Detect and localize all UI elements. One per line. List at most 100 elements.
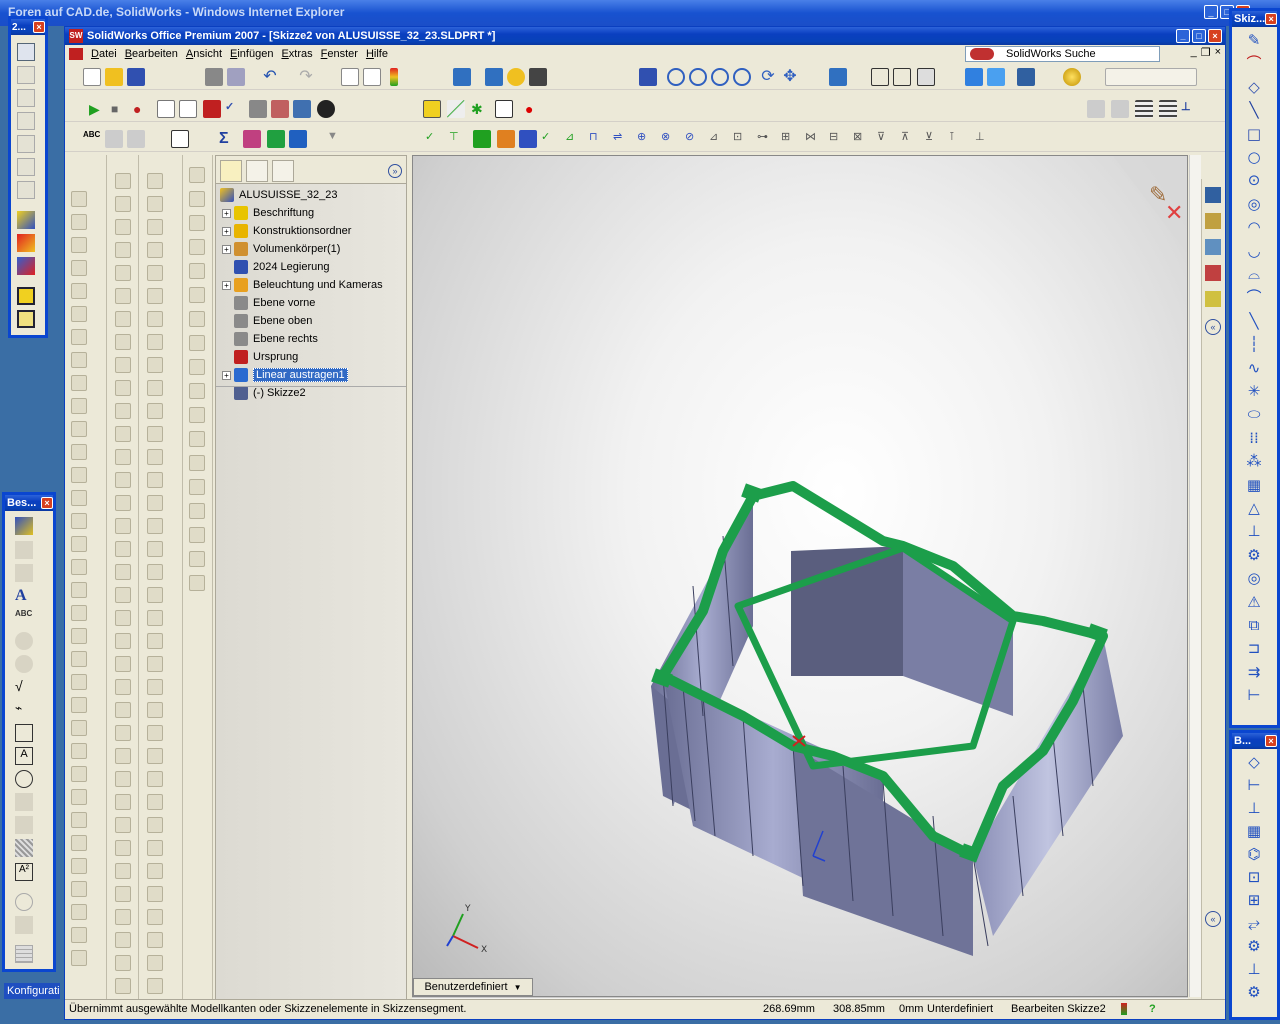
feature-tool-icon[interactable] <box>115 978 131 994</box>
block-icon[interactable]: A² <box>15 863 33 881</box>
feature-tool-icon[interactable] <box>71 582 87 598</box>
dimension-tool-icon[interactable]: ⌬ <box>1244 845 1264 863</box>
dimension-tool-icon[interactable]: ⊢ <box>1244 776 1264 794</box>
layer-a-icon[interactable] <box>1087 100 1105 118</box>
feature-tool-icon[interactable] <box>115 817 131 833</box>
feature-tool-icon[interactable] <box>147 380 163 396</box>
sketch-tool-icon[interactable]: ◡ <box>1244 242 1264 260</box>
menu-ansicht[interactable]: Ansicht <box>182 48 226 60</box>
wireframe-icon[interactable] <box>871 68 889 86</box>
feature-tool-icon[interactable] <box>115 518 131 534</box>
save-icon[interactable] <box>127 68 145 86</box>
configuration-tab[interactable]: Konfiguratio <box>4 983 60 999</box>
cancel-sketch-icon[interactable]: ✕ <box>1165 201 1183 226</box>
sketch-tool-icon[interactable]: ⁞⁞ <box>1244 429 1264 447</box>
close-red-icon[interactable] <box>203 100 221 118</box>
feature-tool-icon[interactable] <box>147 426 163 442</box>
tree-item[interactable]: Ebene oben <box>222 312 312 330</box>
feature-tool-icon[interactable] <box>189 359 205 375</box>
dimension-tool-icon[interactable]: ⥂ <box>1244 914 1264 932</box>
feature-tool-icon[interactable] <box>115 932 131 948</box>
feature-tool-icon[interactable] <box>71 904 87 920</box>
design-library-icon[interactable] <box>1205 213 1221 229</box>
collapse-pane-bottom-icon[interactable]: « <box>1205 911 1221 927</box>
feature-tool-icon[interactable] <box>115 357 131 373</box>
center-mark-icon[interactable] <box>15 893 33 911</box>
sketch-tool-icon[interactable]: ╲ <box>1244 312 1264 330</box>
sketch-tool-icon[interactable]: ⊐ <box>1244 639 1264 657</box>
shaded-edges-icon[interactable] <box>965 68 983 86</box>
file-explorer-icon[interactable] <box>1205 239 1221 255</box>
macro-tool-c-icon[interactable] <box>293 100 311 118</box>
collapse-pane-icon[interactable]: « <box>1205 319 1221 335</box>
feature-tool-icon[interactable] <box>189 551 205 567</box>
feature-tool-icon[interactable] <box>71 651 87 667</box>
feature-tool-icon[interactable] <box>147 610 163 626</box>
left-bottom-palette-close-button[interactable]: × <box>41 497 53 509</box>
sketch-tool-1-icon[interactable] <box>243 130 261 148</box>
measure-icon[interactable] <box>105 130 123 148</box>
feature-tool-icon[interactable] <box>189 311 205 327</box>
feature-tool-icon[interactable] <box>115 173 131 189</box>
sweep-icon[interactable] <box>17 89 35 107</box>
tree-item[interactable]: + Volumenkörper(1) <box>222 240 340 258</box>
feature-tool-icon[interactable] <box>115 242 131 258</box>
record-dot-icon[interactable]: ● <box>525 100 543 118</box>
feature-tool-icon[interactable] <box>115 288 131 304</box>
feature-tool-icon[interactable] <box>115 725 131 741</box>
feature-tool-icon[interactable] <box>115 334 131 350</box>
feature-tool-icon[interactable] <box>147 518 163 534</box>
new-file-icon[interactable] <box>83 68 101 86</box>
sketch-relation-13-icon[interactable]: ⊿ <box>709 130 727 148</box>
sketch-tool-icon[interactable]: ◎ <box>1244 195 1264 213</box>
sketch-relation-23-icon[interactable]: ⊺ <box>949 130 967 148</box>
feature-tool-icon[interactable] <box>147 725 163 741</box>
sketch-icon[interactable] <box>495 100 513 118</box>
feature-tool-icon[interactable] <box>115 863 131 879</box>
feature-tool-icon[interactable] <box>147 196 163 212</box>
sum-icon[interactable]: Σ <box>219 130 237 148</box>
sketch-tool-icon[interactable]: ⚙ <box>1244 546 1264 564</box>
cut-icon[interactable] <box>17 135 35 153</box>
menu-bearbeiten[interactable]: Bearbeiten <box>121 48 182 60</box>
zoom-in-out-icon[interactable] <box>711 68 729 86</box>
feature-tool-icon[interactable] <box>71 697 87 713</box>
feature-tool-icon[interactable] <box>71 467 87 483</box>
sketch-palette-close-button[interactable]: × <box>1265 13 1277 25</box>
ordinate-icon[interactable]: ⊥ <box>1181 100 1199 118</box>
auto-balloon-icon[interactable] <box>15 655 33 673</box>
home-icon[interactable] <box>1205 187 1221 203</box>
sketch-tool-icon[interactable]: ✎ <box>1244 31 1264 49</box>
dimension-tool-icon[interactable]: ◇ <box>1244 753 1264 771</box>
sw-maximize-button[interactable]: □ <box>1192 29 1206 43</box>
feature-tool-icon[interactable] <box>147 932 163 948</box>
weld-symbol-icon[interactable]: ⌁ <box>15 701 33 719</box>
tree-item[interactable]: Ebene rechts <box>222 330 318 348</box>
edit-macro-icon[interactable] <box>179 100 197 118</box>
feature-tool-icon[interactable] <box>71 927 87 943</box>
feature-tool-icon[interactable] <box>71 720 87 736</box>
feature-tool-icon[interactable] <box>71 559 87 575</box>
feature-tool-icon[interactable] <box>189 575 205 591</box>
feature-tool-icon[interactable] <box>147 679 163 695</box>
feature-tool-icon[interactable] <box>115 426 131 442</box>
sketch-relation-16-icon[interactable]: ⊞ <box>781 130 799 148</box>
sketch-tool-icon[interactable]: ╲ <box>1244 101 1264 119</box>
feature-tool-icon[interactable] <box>115 610 131 626</box>
feature-tool-icon[interactable] <box>71 858 87 874</box>
left-top-palette-close-button[interactable]: × <box>33 21 45 33</box>
sketch-relation-22-icon[interactable]: ⊻ <box>925 130 943 148</box>
feature-tool-icon[interactable] <box>71 789 87 805</box>
sketch-tool-icon[interactable]: ✳ <box>1244 382 1264 400</box>
sketch-relation-5-icon[interactable] <box>519 130 537 148</box>
sketch-relation-19-icon[interactable]: ⊠ <box>853 130 871 148</box>
line-width-icon[interactable] <box>1159 100 1177 118</box>
feature-tool-icon[interactable] <box>115 702 131 718</box>
feature-tool-icon[interactable] <box>147 886 163 902</box>
line-style-icon[interactable] <box>1135 100 1153 118</box>
datum-target-icon[interactable] <box>15 770 33 788</box>
vertical-scrollbar[interactable] <box>1189 155 1201 997</box>
feature-tool-icon[interactable] <box>147 173 163 189</box>
feature-tool-icon[interactable] <box>147 219 163 235</box>
extruded-profile-model[interactable] <box>651 481 1123 956</box>
